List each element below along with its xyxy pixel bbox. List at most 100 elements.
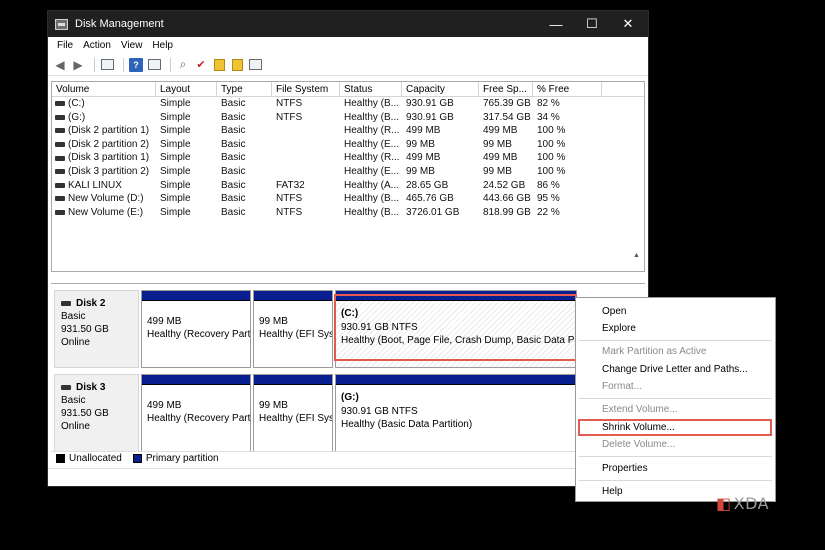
partition-bar — [254, 375, 332, 385]
table-row[interactable]: New Volume (D:) Simple Basic NTFS Healthy (B… — [52, 192, 644, 206]
folder-up-icon[interactable] — [213, 58, 225, 71]
menu-help[interactable]: Help — [147, 40, 178, 51]
ctx-extend-volume: Extend Volume... — [602, 404, 678, 415]
partition-block[interactable]: (G:) 930.91 GB NTFS Healthy (Basic Data … — [335, 374, 577, 452]
column-header-status[interactable]: Status — [340, 82, 402, 96]
table-row[interactable]: (G:) Simple Basic NTFS Healthy (B... 930.91 G… — [52, 111, 644, 125]
ctx-help[interactable]: Help — [602, 486, 623, 497]
table-cell: 82 % — [537, 98, 560, 109]
disk-size: 931.50 GB — [61, 408, 109, 419]
ctx-mark-partition-active: Mark Partition as Active — [602, 346, 707, 357]
table-row[interactable]: (Disk 3 partition 1) Simple Basic Healthy (… — [52, 151, 644, 165]
column-header-percent-free[interactable]: % Free — [533, 82, 602, 96]
table-row[interactable]: New Volume (E:) Simple Basic NTFS Healthy (B… — [52, 206, 644, 220]
menu-view[interactable]: View — [116, 40, 148, 51]
column-header-free-space[interactable]: Free Sp... — [479, 82, 533, 96]
disk-label[interactable]: Disk 3 Basic 931.50 GB Online — [54, 374, 139, 452]
table-cell: Healthy (B... — [344, 206, 400, 218]
volume-drive-icon — [55, 128, 65, 134]
partition-block[interactable]: 499 MB Healthy (Recovery Parti — [141, 290, 251, 368]
partition-status: Healthy (Basic Data Partition) — [341, 419, 473, 430]
disk-size: 931.50 GB — [61, 324, 109, 335]
table-cell: Healthy (E... — [344, 138, 400, 150]
list-view-icon[interactable] — [248, 59, 262, 70]
forward-arrow-icon[interactable]: ▶ — [71, 58, 85, 72]
partition-block[interactable]: 499 MB Healthy (Recovery Parti — [141, 374, 251, 452]
properties-icon[interactable] — [147, 59, 161, 70]
disk-row-disk-3: Disk 3 Basic 931.50 GB Online 499 MB Hea… — [51, 371, 645, 453]
table-cell: Healthy (R... — [344, 152, 400, 164]
partition-status: Healthy (Recovery Parti — [147, 329, 250, 340]
menu-bar: File Action View Help — [48, 37, 648, 54]
scroll-up-arrow-icon[interactable]: ▲ — [633, 252, 640, 259]
table-row[interactable]: KALI LINUX Simple Basic FAT32 Healthy (A... 2… — [52, 179, 644, 193]
toolbar-separator — [94, 57, 95, 72]
title-bar: Disk Management — ☐ ✕ — [48, 11, 648, 37]
table-cell: 499 MB — [406, 125, 441, 137]
maximize-button[interactable]: ☐ — [574, 11, 610, 37]
volume-name: (C:) — [68, 98, 85, 109]
table-cell: 499 MB — [483, 125, 518, 137]
volume-drive-icon — [55, 155, 65, 161]
toolbar-separator — [170, 57, 171, 72]
volume-drive-icon — [55, 142, 65, 148]
table-cell: Basic — [221, 138, 246, 150]
volume-name: (Disk 2 partition 1) — [68, 125, 150, 137]
ctx-delete-volume: Delete Volume... — [602, 439, 676, 450]
rescan-icon[interactable]: ⌕ — [176, 57, 190, 72]
volume-name: (Disk 3 partition 1) — [68, 152, 150, 164]
minimize-button[interactable]: — — [538, 11, 574, 37]
table-cell: 34 % — [537, 111, 560, 123]
partition-status: Healthy (EFI Syst — [259, 329, 332, 340]
table-cell: (Disk 3 partition 2) — [52, 165, 156, 179]
table-row[interactable]: (Disk 2 partition 2) Simple Basic Healthy (… — [52, 138, 644, 152]
partition-status: Healthy (Recovery Parti — [147, 413, 250, 424]
table-cell — [272, 138, 340, 152]
column-header-type[interactable]: Type — [217, 82, 272, 96]
volume-list-scrollbar[interactable]: ▲ — [630, 97, 644, 271]
table-cell: (Disk 2 partition 1) — [52, 124, 156, 138]
menu-separator — [579, 480, 772, 481]
table-cell: (Disk 3 partition 1) — [52, 151, 156, 165]
partition-block[interactable]: 99 MB Healthy (EFI Syst — [253, 290, 333, 368]
table-cell: Simple — [160, 98, 191, 109]
volume-name: New Volume (D:) — [68, 193, 144, 205]
checklist-icon[interactable]: ✔ — [194, 58, 208, 72]
table-cell: Simple — [160, 165, 191, 177]
table-cell: Basic — [221, 98, 246, 109]
table-cell: Basic — [221, 193, 246, 205]
disk-management-app-icon — [55, 18, 68, 30]
table-cell: NTFS — [276, 111, 303, 123]
ctx-explore[interactable]: Explore — [602, 323, 636, 334]
partition-block[interactable]: 99 MB Healthy (EFI Syst — [253, 374, 333, 452]
ctx-change-drive-letter[interactable]: Change Drive Letter and Paths... — [602, 364, 748, 375]
folder-icon[interactable] — [231, 58, 243, 71]
table-cell: 317.54 GB — [483, 111, 531, 123]
column-header-file-system[interactable]: File System — [272, 82, 340, 96]
partition-status: Healthy (Boot, Page File, Crash Dump, Ba… — [341, 335, 576, 346]
table-cell: 99 MB — [483, 138, 512, 150]
table-cell: 499 MB — [406, 152, 441, 164]
table-row[interactable]: (Disk 3 partition 2) Simple Basic Healthy (… — [52, 165, 644, 179]
column-header-capacity[interactable]: Capacity — [402, 82, 479, 96]
close-button[interactable]: ✕ — [610, 11, 646, 37]
table-row[interactable]: (Disk 2 partition 1) Simple Basic Healthy (… — [52, 124, 644, 138]
menu-action[interactable]: Action — [78, 40, 116, 51]
column-header-volume[interactable]: Volume — [52, 82, 156, 96]
volume-name: (Disk 2 partition 2) — [68, 138, 150, 150]
partition-block-c-selected[interactable]: (C:) 930.91 GB NTFS Healthy (Boot, Page … — [335, 290, 577, 368]
column-header-layout[interactable]: Layout — [156, 82, 217, 96]
ctx-properties[interactable]: Properties — [602, 463, 648, 474]
menu-file[interactable]: File — [52, 40, 78, 51]
help-icon[interactable]: ? — [129, 57, 143, 72]
disk-name: Disk 2 — [76, 298, 106, 309]
table-cell: 3726.01 GB — [406, 206, 460, 218]
back-arrow-icon[interactable]: ◀ — [53, 58, 67, 72]
table-row[interactable]: (C:) Simple Basic NTFS Healthy (B... 930.91 G… — [52, 97, 644, 111]
console-tree-icon[interactable] — [100, 59, 114, 70]
menu-separator — [579, 456, 772, 457]
ctx-open[interactable]: Open — [602, 306, 626, 317]
disk-label[interactable]: Disk 2 Basic 931.50 GB Online — [54, 290, 139, 368]
primary-partition-swatch — [132, 454, 142, 463]
volume-list-header: Volume Layout Type File System Status Ca… — [52, 82, 644, 97]
